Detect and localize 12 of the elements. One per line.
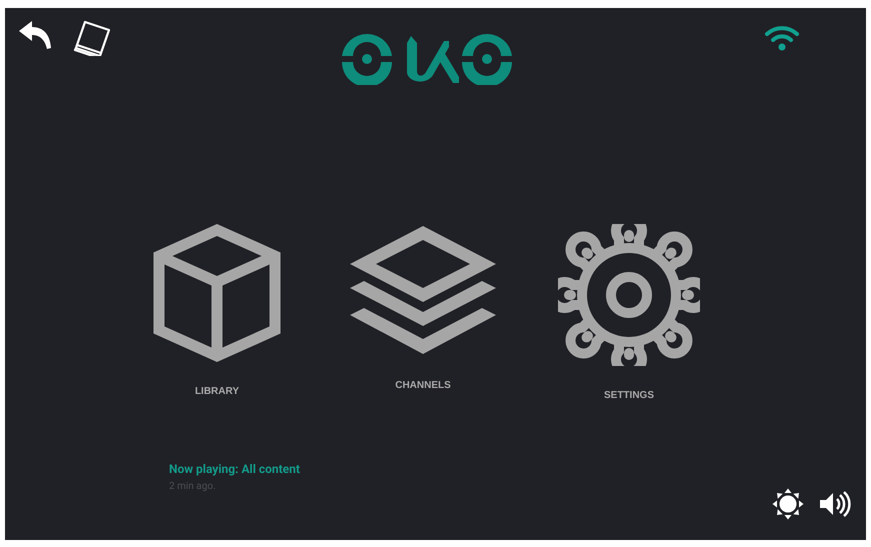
gear-icon (558, 224, 700, 366)
now-playing-text: Now playing: All content (169, 462, 300, 476)
photo-stack-icon[interactable] (73, 20, 111, 56)
menu-item[interactable]: SETTINGS (539, 224, 719, 401)
speaker-icon[interactable] (818, 490, 852, 518)
layers-icon (348, 224, 498, 356)
sun-icon[interactable] (772, 488, 804, 520)
cube-icon (153, 224, 281, 362)
menu-item[interactable]: CHANNELS (333, 224, 513, 401)
back-arrow-icon[interactable] (17, 20, 53, 50)
menu-item[interactable]: LIBRARY (127, 224, 307, 401)
wifi-icon[interactable] (764, 24, 800, 52)
